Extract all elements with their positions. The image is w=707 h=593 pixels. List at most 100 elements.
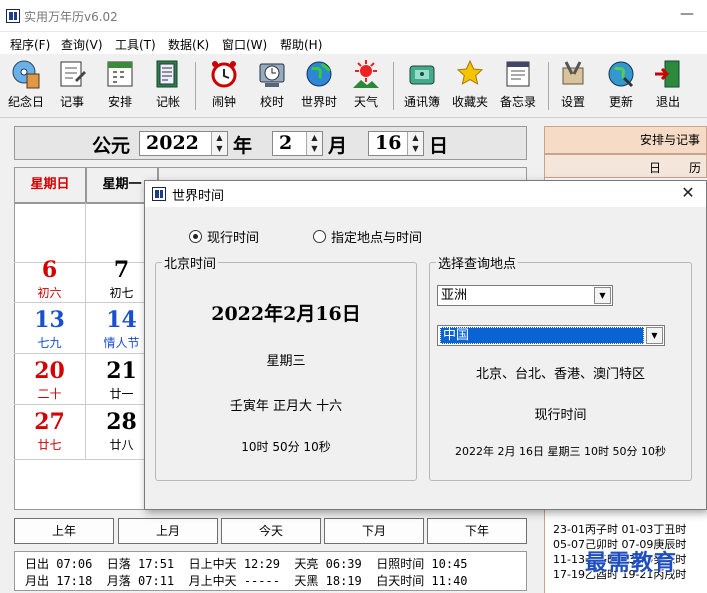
minimize-button[interactable]: —	[672, 2, 702, 28]
beijing-weekday: 星期三	[266, 354, 306, 369]
calendar-cell[interactable]: 20 二十	[14, 354, 86, 405]
star-icon	[456, 59, 484, 85]
toolbar-update-button[interactable]: 更新	[603, 58, 639, 116]
year-spinner[interactable]: 2022 ▲ ▼	[139, 131, 228, 156]
day-number: 13	[34, 307, 65, 333]
day-spin-arrows[interactable]: ▲ ▼	[407, 132, 423, 155]
day-number: 6	[41, 257, 58, 283]
cd-icon	[12, 60, 40, 89]
continent-select[interactable]: 亚洲 ▼	[437, 285, 613, 306]
next-year-button[interactable]: 下年	[427, 518, 527, 544]
day-number: 27	[34, 409, 65, 435]
watermark: 最需教育	[585, 551, 678, 576]
right-panel-tabs: 日 历	[544, 154, 707, 178]
toolbar-anniversary-button[interactable]: 纪念日	[4, 58, 48, 116]
toolbar-separator	[548, 62, 549, 110]
year-value: 2022	[146, 132, 199, 154]
tab-calendar[interactable]: 历	[689, 159, 701, 176]
radio-label: 指定地点与时间	[331, 231, 423, 246]
beijing-time: 10时 50分 10秒	[241, 440, 331, 454]
date-bar	[14, 126, 527, 160]
month-spin-arrows[interactable]: ▲ ▼	[306, 132, 322, 155]
toolbar-favorites-button[interactable]: 收藏夹	[448, 58, 492, 116]
toolbar-label: 安排	[107, 95, 132, 109]
menu-help[interactable]: 帮助(H)	[280, 36, 322, 53]
dialog-app-icon	[152, 187, 166, 201]
toolbar-timesync-button[interactable]: 校时	[254, 58, 290, 116]
calendar-cell[interactable]: 27 廿七	[14, 405, 86, 460]
toolbar-settings-button[interactable]: 设置	[555, 58, 591, 116]
prev-month-button[interactable]: 上月	[118, 518, 218, 544]
menu-program[interactable]: 程序(F)	[10, 36, 50, 53]
tab-day[interactable]: 日	[649, 159, 661, 176]
toolbar-contacts-button[interactable]: 通讯簿	[400, 58, 444, 116]
radio-current-time[interactable]: 现行时间	[189, 227, 259, 246]
prev-year-button[interactable]: 上年	[14, 518, 114, 544]
calendar-cell[interactable]: 6 初六	[14, 253, 86, 303]
toolbar-label: 记事	[59, 95, 84, 109]
menu-tools[interactable]: 工具(T)	[115, 36, 156, 53]
toolbar-label: 天气	[353, 95, 378, 109]
toolbar-label: 备忘录	[499, 95, 536, 109]
day-value: 16	[375, 132, 402, 154]
dialog-close-button[interactable]: ✕	[674, 181, 702, 207]
dialog-title-bar	[145, 181, 706, 207]
toolbar-label: 设置	[560, 95, 585, 109]
sync-clock-icon	[259, 63, 285, 87]
era-label: 公元	[92, 135, 131, 157]
radio-dot	[313, 230, 326, 243]
beijing-date: 2022年2月16日	[211, 303, 361, 325]
toolbar-weather-button[interactable]: 天气	[348, 58, 384, 116]
day-spinner[interactable]: 16 ▲ ▼	[368, 131, 424, 156]
toolbar-label: 世界时	[300, 95, 337, 109]
toolbar-schedule-button[interactable]: 安排	[102, 58, 138, 116]
cities-list: 北京、台北、香港、澳门特区	[475, 367, 645, 382]
moonrise-info: 月出 17:18 月落 07:11 月上中天 ----- 天黑 18:19 白天…	[25, 574, 468, 588]
today-button[interactable]: 今天	[221, 518, 321, 544]
schedule-notes-header[interactable]: 安排与记事	[544, 126, 707, 154]
calendar-cell[interactable]: 13 七九	[14, 303, 86, 354]
phone-icon	[409, 65, 435, 85]
menu-query[interactable]: 查询(V)	[61, 36, 103, 53]
lunar-day: 七九	[37, 336, 62, 350]
radio-label: 现行时间	[207, 231, 260, 246]
year-spin-arrows[interactable]: ▲ ▼	[211, 132, 227, 155]
country-select[interactable]: 中国 ▼	[437, 325, 665, 346]
toolbar-ledger-button[interactable]: 记帐	[150, 58, 186, 116]
app-icon	[6, 9, 20, 23]
menu-window[interactable]: 窗口(W)	[222, 36, 267, 53]
alarm-clock-icon	[211, 61, 237, 88]
update-icon	[608, 61, 634, 88]
toolbar-label: 闹钟	[211, 95, 236, 109]
month-spinner[interactable]: 2 ▲ ▼	[272, 131, 323, 156]
toolbar-alarm-button[interactable]: 闹钟	[206, 58, 242, 116]
radio-dot-selected	[189, 230, 202, 243]
toolbar-label: 记帐	[155, 95, 180, 109]
chevron-down-icon[interactable]: ▼	[594, 287, 611, 304]
toolbar-label: 校时	[259, 95, 284, 109]
chevron-down-icon[interactable]: ▼	[646, 327, 663, 344]
tools-icon	[562, 61, 584, 85]
weekday-header-sunday: 星期日	[14, 167, 86, 203]
toolbar-label: 更新	[608, 95, 633, 109]
month-value: 2	[279, 132, 293, 154]
toolbar-notes-button[interactable]: 记事	[54, 58, 90, 116]
weather-icon	[353, 60, 379, 88]
beijing-time-legend: 北京时间	[162, 253, 219, 272]
lunar-day: 廿七	[37, 438, 62, 452]
globe-icon	[306, 61, 332, 87]
year-unit: 年	[233, 135, 253, 157]
toolbar-exit-button[interactable]: 退出	[650, 58, 686, 116]
radio-custom-location-time[interactable]: 指定地点与时间	[313, 227, 422, 246]
country-value: 中国	[440, 327, 644, 344]
toolbar-worldtime-button[interactable]: 世界时	[297, 58, 341, 116]
lunar-day: 二十	[37, 387, 62, 401]
next-month-button[interactable]: 下月	[324, 518, 424, 544]
menu-data[interactable]: 数据(K)	[168, 36, 209, 53]
toolbar-label: 通讯簿	[403, 95, 440, 109]
lunar-day: 初六	[37, 286, 62, 300]
day-number: 20	[34, 358, 65, 384]
dialog-title: 世界时间	[172, 189, 225, 204]
location-legend: 选择查询地点	[436, 253, 519, 272]
toolbar-memo-button[interactable]: 备忘录	[496, 58, 540, 116]
